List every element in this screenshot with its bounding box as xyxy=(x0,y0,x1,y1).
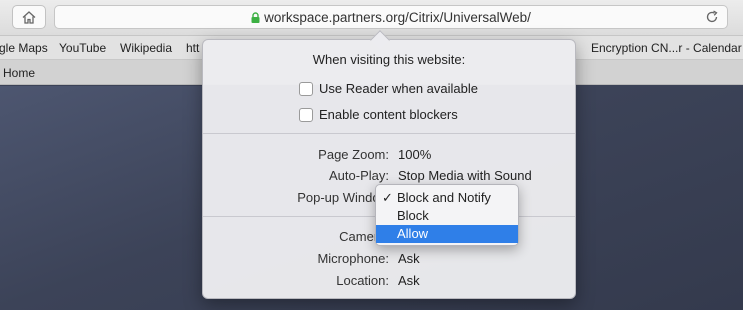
dropdown-option-allow[interactable]: Allow xyxy=(376,225,518,243)
dropdown-option-block-and-notify[interactable]: ✓ Block and Notify xyxy=(376,189,518,207)
reader-checkbox[interactable] xyxy=(299,81,313,96)
popover-heading: When visiting this website: xyxy=(312,52,466,67)
address-text-wrap: workspace.partners.org/Citrix/UniversalW… xyxy=(55,10,727,25)
auto-play-label: Auto-Play: xyxy=(329,168,389,183)
microphone-value[interactable]: Ask xyxy=(398,251,420,266)
reader-option-label: Use Reader when available xyxy=(319,81,478,96)
content-blockers-checkbox[interactable] xyxy=(299,107,313,122)
reload-icon[interactable] xyxy=(705,10,719,24)
dropdown-option-label: Block and Notify xyxy=(397,190,491,205)
bookmark-encryption-calendar[interactable]: Encryption CN...r - Calendar xyxy=(591,41,742,55)
popup-windows-dropdown: ✓ Block and Notify Block Allow xyxy=(375,184,519,246)
divider xyxy=(203,133,575,134)
dropdown-option-block[interactable]: Block xyxy=(376,207,518,225)
popup-windows-label: Pop-up Window xyxy=(297,190,389,205)
dropdown-option-label: Block xyxy=(397,208,429,223)
bookmark-google-maps[interactable]: gle Maps xyxy=(0,41,48,55)
camera-label: Camera: xyxy=(339,229,389,244)
auto-play-value[interactable]: Stop Media with Sound xyxy=(398,168,532,183)
bookmark-truncated[interactable]: htt xyxy=(186,41,199,55)
lock-icon xyxy=(251,12,260,23)
location-value[interactable]: Ask xyxy=(398,273,420,288)
checkmark-icon: ✓ xyxy=(382,190,393,205)
bookmark-youtube[interactable]: YouTube xyxy=(59,41,106,55)
reader-option[interactable]: Use Reader when available xyxy=(299,81,478,96)
page-zoom-label: Page Zoom: xyxy=(318,147,389,162)
address-bar[interactable]: workspace.partners.org/Citrix/UniversalW… xyxy=(54,5,728,29)
content-blockers-option[interactable]: Enable content blockers xyxy=(299,107,458,122)
content-blockers-option-label: Enable content blockers xyxy=(319,107,458,122)
url-text: workspace.partners.org/Citrix/UniversalW… xyxy=(264,10,531,25)
home-button[interactable] xyxy=(12,5,46,29)
home-icon xyxy=(22,10,36,24)
tab-home[interactable]: Home xyxy=(3,66,35,80)
website-settings-popover: When visiting this website: Use Reader w… xyxy=(202,30,576,299)
page-zoom-value[interactable]: 100% xyxy=(398,147,431,162)
microphone-label: Microphone: xyxy=(317,251,389,266)
browser-toolbar: workspace.partners.org/Citrix/UniversalW… xyxy=(0,0,743,36)
location-label: Location: xyxy=(336,273,389,288)
dropdown-option-label: Allow xyxy=(397,226,429,241)
bookmark-wikipedia[interactable]: Wikipedia xyxy=(120,41,172,55)
